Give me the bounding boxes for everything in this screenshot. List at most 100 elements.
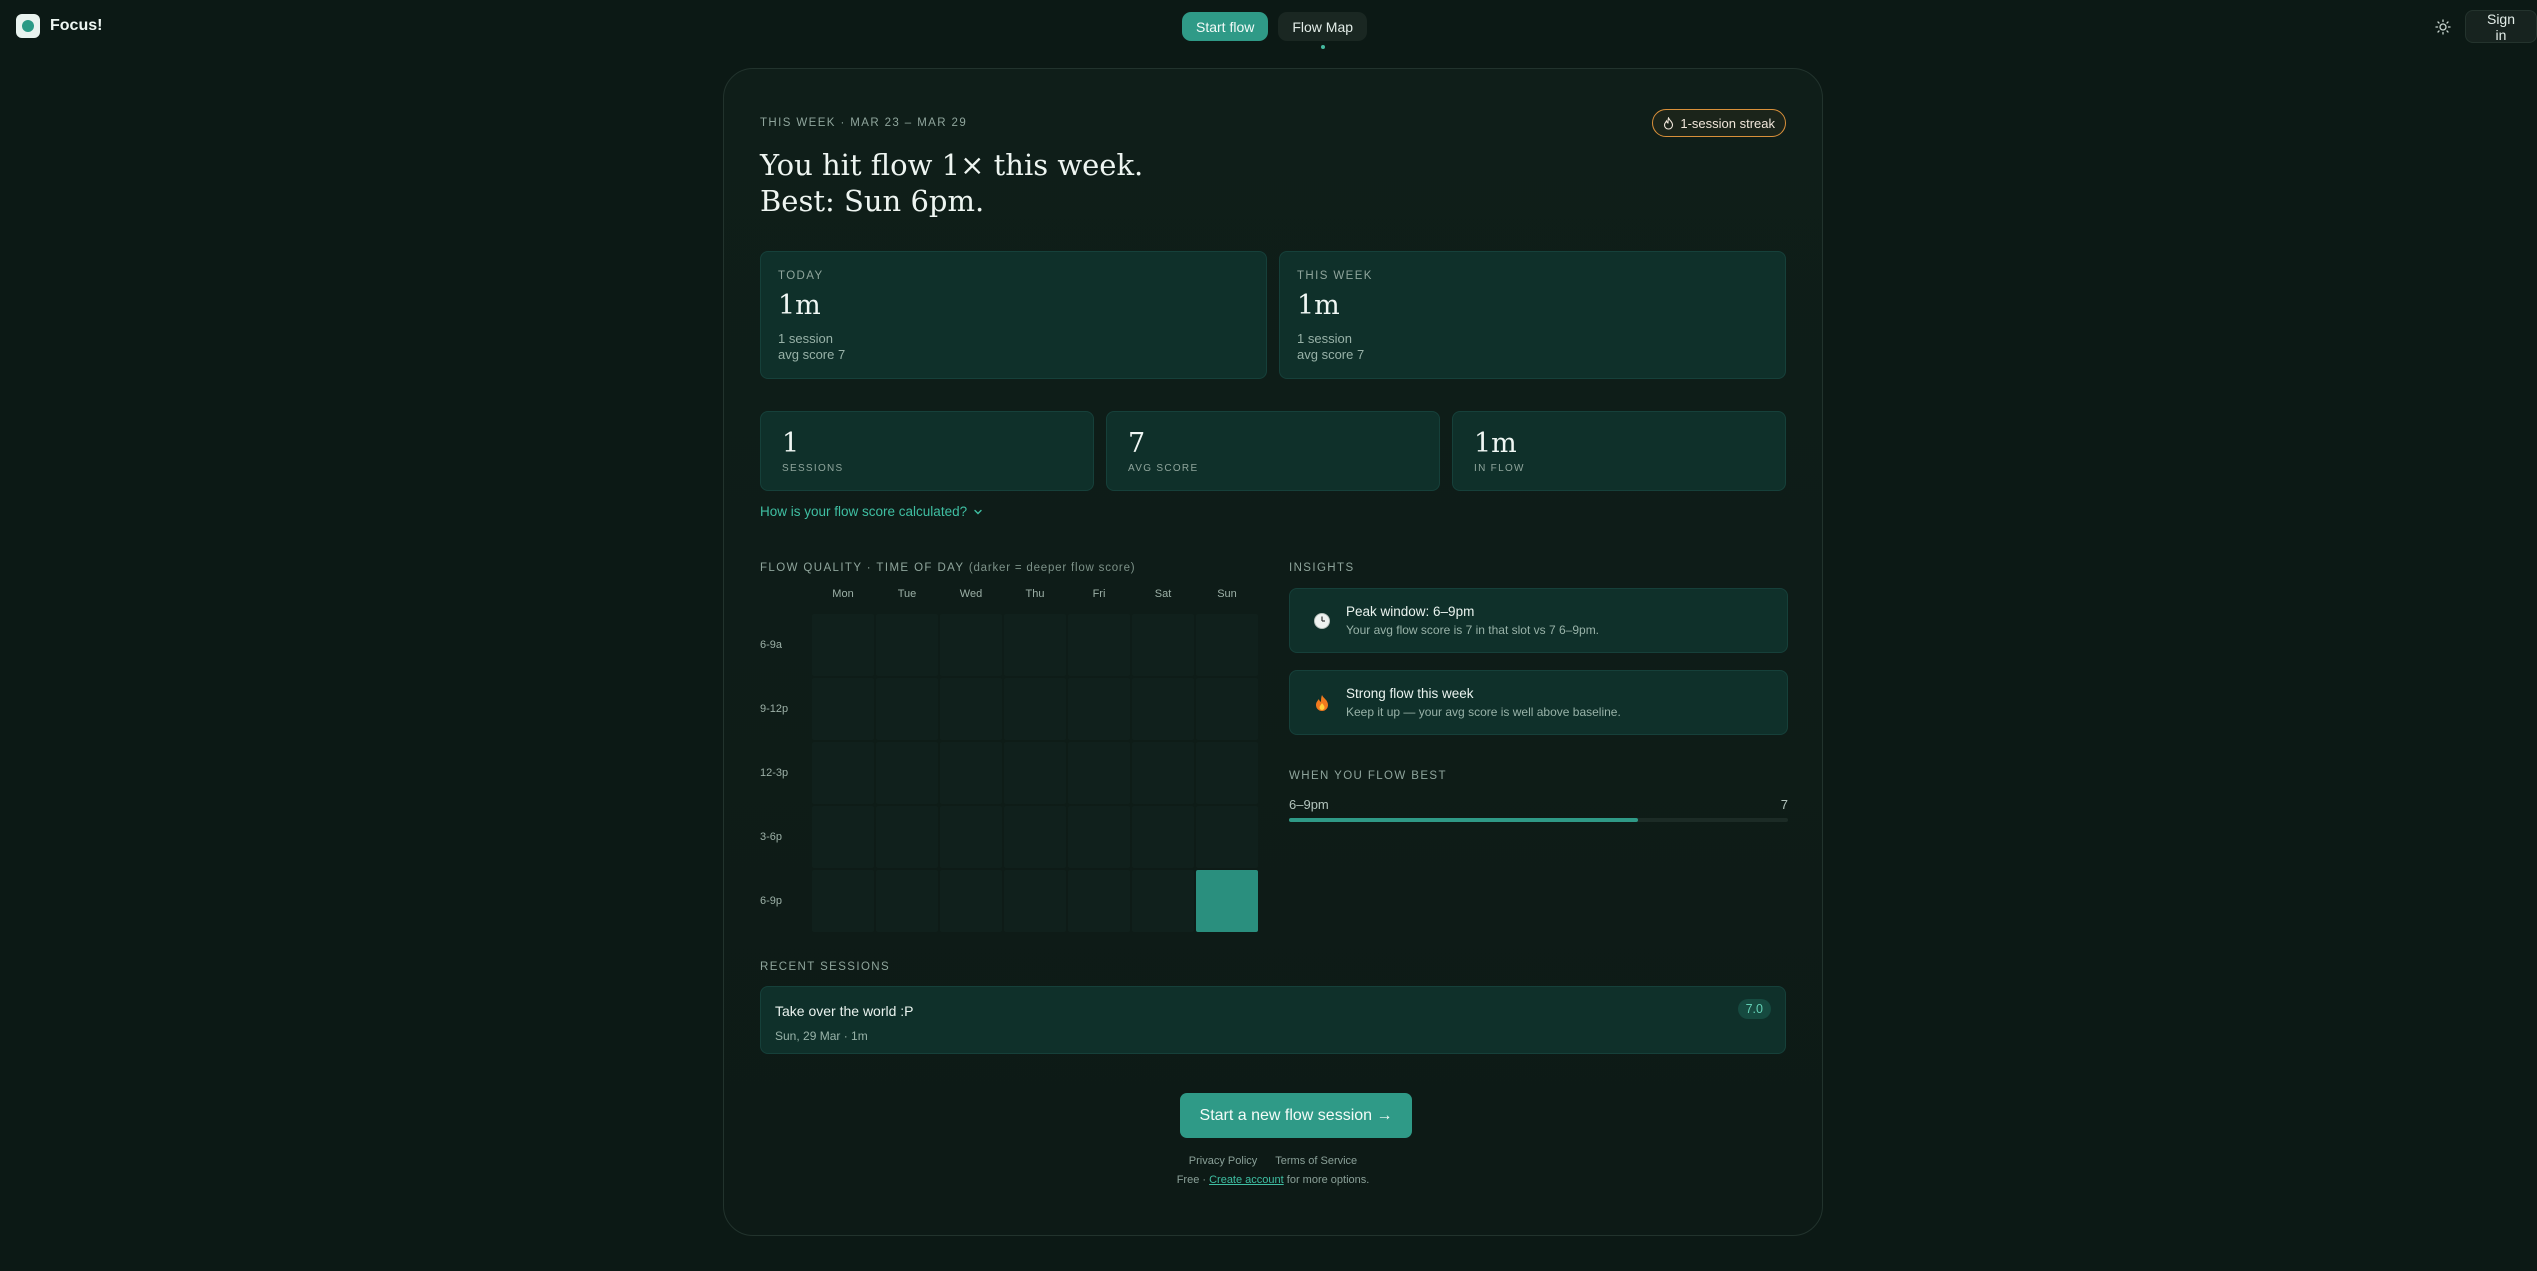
summary-label: THIS WEEK (1297, 270, 1373, 282)
heatmap-cell (1068, 870, 1130, 932)
heatmap-slot-labels: 6-9a 9-12p 12-3p 3-6p 6-9p (760, 613, 788, 933)
metric-row: 1 SESSIONS 7 AVG SCORE 1m IN FLOW (760, 411, 1786, 491)
summary-row: TODAY 1m 1 session avg score 7 THIS WEEK… (760, 251, 1786, 379)
heatmap-cell (940, 678, 1002, 740)
insight-title: Strong flow this week (1346, 686, 1474, 701)
session-name: Take over the world :P (775, 1003, 914, 1019)
heatmap-cell (812, 806, 874, 868)
session-score-badge: 7.0 (1737, 999, 1771, 1019)
chevron-down-icon (974, 509, 982, 514)
heatmap-cell (1004, 806, 1066, 868)
dashboard-card: THIS WEEK · MAR 23 – MAR 29 1-session st… (723, 68, 1823, 1236)
heatmap-cell (1132, 870, 1194, 932)
heatmap-cell (1196, 806, 1258, 868)
heatmap-cell (1004, 870, 1066, 932)
privacy-policy-link[interactable]: Privacy Policy (1189, 1155, 1257, 1167)
start-new-session-button[interactable]: Start a new flow session → (1180, 1093, 1412, 1138)
recent-sessions-title: RECENT SESSIONS (760, 961, 891, 973)
heatmap-hint: (darker = deeper flow score) (968, 562, 1136, 574)
heatmap-cell (812, 742, 874, 804)
brand-name: Focus! (50, 17, 103, 34)
summary-avg: avg score 7 (778, 347, 846, 362)
sign-in-button[interactable]: Sign in (2465, 10, 2537, 43)
best-score: 7 (1780, 797, 1788, 812)
create-account-link[interactable]: Create account (1209, 1174, 1284, 1186)
best-time-bar (1289, 818, 1788, 822)
start-flow-button[interactable]: Start flow (1182, 12, 1269, 41)
headline-line-2: Best: Sun 6pm. (760, 184, 985, 218)
week-summary-card: THIS WEEK 1m 1 session avg score 7 (1279, 251, 1786, 379)
heatmap-cell (1132, 614, 1194, 676)
logo-icon (16, 14, 40, 38)
heatmap-cell (876, 742, 938, 804)
heatmap-cell (1068, 678, 1130, 740)
page-title: You hit flow 1× this week. Best: Sun 6pm… (760, 147, 1143, 219)
best-slot: 6–9pm (1289, 797, 1329, 812)
heatmap-cell (940, 870, 1002, 932)
heatmap-day-label: Tue (897, 588, 917, 600)
heatmap-day-label: Fri (1092, 588, 1106, 600)
summary-sessions: 1 session (1297, 331, 1352, 346)
score-explainer-toggle[interactable]: How is your flow score calculated? (760, 504, 983, 519)
summary-sessions: 1 session (778, 331, 833, 346)
metric-value: 7 (1128, 428, 1146, 459)
summary-label: TODAY (778, 270, 824, 282)
headline-line-1: You hit flow 1× this week. (760, 148, 1144, 182)
streak-badge: 1-session streak (1652, 109, 1786, 137)
best-time-row: 6–9pm 7 (1289, 797, 1788, 812)
heatmap-day-label: Mon (832, 588, 854, 600)
heatmap-cell (1004, 614, 1066, 676)
heatmap-cell (1132, 678, 1194, 740)
metric-value: 1 (782, 428, 800, 459)
footer-note: Free · Create account for more options. (760, 1174, 1786, 1186)
session-meta: Sun, 29 Mar · 1m (775, 1029, 868, 1043)
heatmap-day-labels: Mon Tue Wed Thu Fri Sat Sun (811, 588, 1259, 600)
heatmap-day-label: Sun (1217, 588, 1237, 600)
heatmap-cell (1068, 806, 1130, 868)
heatmap-day-label: Thu (1025, 588, 1045, 600)
heatmap-slot-label: 6-9p (760, 895, 783, 907)
heatmap-cell (1068, 742, 1130, 804)
heatmap-slot-label: 3-6p (760, 831, 783, 843)
heatmap-title-text: FLOW QUALITY · TIME OF DAY (760, 562, 965, 574)
score-explainer-label: How is your flow score calculated? (760, 504, 968, 519)
heatmap-cell (940, 806, 1002, 868)
heatmap-slot-label: 6-9a (760, 639, 783, 651)
heatmap-grid (811, 613, 1259, 933)
heatmap-cell (812, 870, 874, 932)
flow-map-label: Flow Map (1292, 18, 1354, 35)
heatmap-cell (1004, 678, 1066, 740)
metric-value: 1m (1474, 428, 1517, 459)
heatmap-cell (1132, 742, 1194, 804)
sessions-metric: 1 SESSIONS (760, 411, 1094, 491)
heatmap-cell (812, 678, 874, 740)
heatmap-cell (1196, 742, 1258, 804)
summary-avg: avg score 7 (1297, 347, 1365, 362)
heatmap-slot-label: 12-3p (760, 767, 789, 779)
insight-title: Peak window: 6–9pm (1346, 604, 1475, 619)
insight-card: Strong flow this week Keep it up — your … (1289, 670, 1788, 735)
flow-map-tab[interactable]: Flow Map (1278, 12, 1368, 49)
flame-icon (1664, 116, 1674, 130)
session-row[interactable]: Take over the world :P Sun, 29 Mar · 1m … (760, 986, 1786, 1054)
footer-note-suffix: for more options. (1286, 1174, 1370, 1186)
in-flow-metric: 1m IN FLOW (1452, 411, 1786, 491)
brand[interactable]: Focus! (16, 14, 102, 38)
footer-note-prefix: Free · (1176, 1174, 1207, 1186)
sun-icon[interactable] (2432, 16, 2454, 38)
heatmap-cell (1068, 614, 1130, 676)
heatmap-cell (812, 614, 874, 676)
best-time-bar-fill (1289, 818, 1639, 822)
metric-label: IN FLOW (1474, 463, 1525, 474)
today-summary-card: TODAY 1m 1 session avg score 7 (760, 251, 1267, 379)
heatmap-day-label: Wed (959, 588, 983, 600)
heatmap-day-label: Sat (1154, 588, 1172, 600)
summary-value: 1m (778, 290, 821, 321)
metric-label: SESSIONS (782, 463, 844, 474)
terms-of-service-link[interactable]: Terms of Service (1275, 1155, 1357, 1167)
clock-icon (1312, 611, 1332, 631)
active-indicator (1320, 45, 1325, 49)
heatmap-cell (1004, 742, 1066, 804)
metric-label: AVG SCORE (1128, 463, 1199, 474)
insights-title: INSIGHTS (1289, 562, 1355, 574)
